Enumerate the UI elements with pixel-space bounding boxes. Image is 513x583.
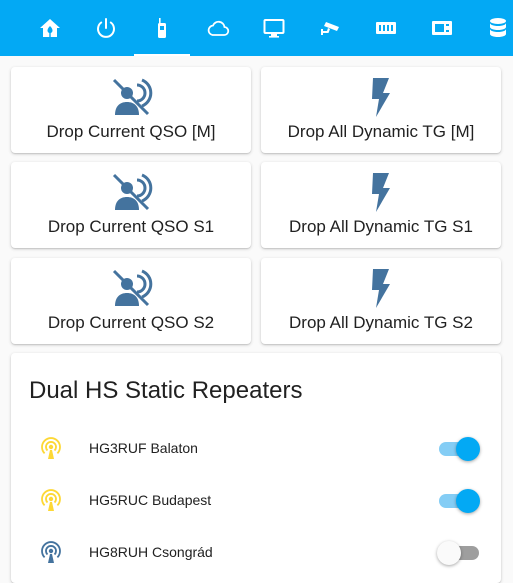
drop-current-qso-s1-button[interactable]: Drop Current QSO S1 <box>11 162 251 248</box>
home-icon <box>40 19 60 37</box>
tab-database[interactable] <box>470 0 513 56</box>
button-label: Drop Current QSO S2 <box>47 313 215 332</box>
drop-all-dynamic-tg-s1-button[interactable]: Drop All Dynamic TG S1 <box>261 162 501 248</box>
card-title: Dual HS Static Repeaters <box>29 377 303 404</box>
database-icon <box>490 18 506 37</box>
tab-chip[interactable] <box>414 0 470 56</box>
chip-icon <box>432 21 452 35</box>
repeater-toggle[interactable] <box>439 437 481 461</box>
voice-off-icon <box>112 78 153 116</box>
repeaters-card: Dual HS Static Repeaters HG3RUF Balaton … <box>11 353 501 583</box>
drop-current-qso-m-button[interactable]: Drop Current QSO [M] <box>11 67 251 153</box>
drop-all-dynamic-tg-m-button[interactable]: Drop All Dynamic TG [M] <box>261 67 501 153</box>
repeater-row-hg3ruf: HG3RUF Balaton <box>11 429 501 469</box>
button-label: Drop All Dynamic TG S2 <box>289 313 473 332</box>
repeater-toggle[interactable] <box>439 489 481 513</box>
voice-off-icon <box>112 173 153 211</box>
drop-current-qso-s2-button[interactable]: Drop Current QSO S2 <box>11 258 251 344</box>
tab-cloud[interactable] <box>190 0 246 56</box>
radio-tower-icon <box>41 541 61 563</box>
tab-power[interactable] <box>78 0 134 56</box>
power-icon <box>97 18 115 38</box>
repeater-label: HG5RUC Budapest <box>89 492 212 508</box>
tab-cctv[interactable] <box>302 0 358 56</box>
radio-icon <box>158 18 166 38</box>
flash-icon <box>372 269 390 308</box>
radio-tower-icon <box>41 489 61 511</box>
button-label: Drop All Dynamic TG S1 <box>289 217 473 236</box>
tab-radio[interactable] <box>134 0 190 56</box>
radio-tower-icon <box>41 437 61 459</box>
repeater-label: HG8RUH Csongrád <box>89 544 213 560</box>
cloud-icon <box>207 20 230 36</box>
drop-all-dynamic-tg-s2-button[interactable]: Drop All Dynamic TG S2 <box>261 258 501 344</box>
flash-icon <box>372 78 390 117</box>
tab-home[interactable] <box>22 0 78 56</box>
button-label: Drop All Dynamic TG [M] <box>287 122 475 141</box>
monitor-icon <box>263 19 285 38</box>
repeater-row-hg8ruh: HG8RUH Csongrád <box>11 533 501 573</box>
button-label: Drop Current QSO [M] <box>46 122 216 141</box>
repeater-row-hg5ruc: HG5RUC Budapest <box>11 481 501 521</box>
cctv-icon <box>321 22 339 35</box>
top-tab-bar <box>0 0 513 56</box>
memory-icon <box>376 22 396 34</box>
tab-memory[interactable] <box>358 0 414 56</box>
repeater-label: HG3RUF Balaton <box>89 440 198 456</box>
voice-off-icon <box>112 269 153 307</box>
flash-icon <box>372 173 390 212</box>
repeater-toggle[interactable] <box>437 541 481 565</box>
button-label: Drop Current QSO S1 <box>47 217 215 236</box>
tab-monitor[interactable] <box>246 0 302 56</box>
